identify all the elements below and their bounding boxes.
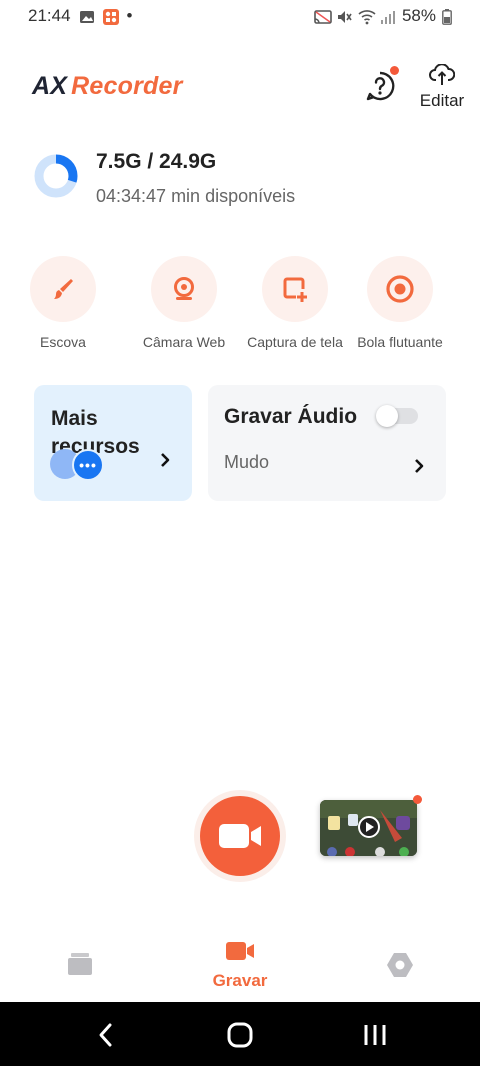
tool-brush-circle: [30, 256, 96, 322]
tool-screenshot[interactable]: Captura de tela: [235, 256, 355, 350]
tool-webcam[interactable]: Câmara Web: [124, 256, 244, 350]
system-navigation-bar: [0, 1002, 480, 1066]
help-badge-dot: [390, 66, 399, 75]
toggle-knob: [376, 405, 398, 427]
recording-preview-image: [320, 800, 417, 856]
tool-label: Bola flutuante: [357, 334, 443, 350]
status-time: 21:44: [28, 6, 71, 25]
tool-floating-ball[interactable]: Bola flutuante: [340, 256, 460, 350]
storage-used: 7.5G / 24.9G: [96, 150, 217, 173]
record-button[interactable]: [200, 796, 280, 876]
logo-recorder: Recorder: [71, 72, 183, 100]
tool-floating-ball-circle: [367, 256, 433, 322]
cloud-upload-icon: [429, 63, 456, 85]
nav-files[interactable]: [20, 952, 140, 981]
files-icon: [68, 953, 92, 975]
video-camera-nav-icon: [226, 942, 254, 960]
more-dots-icon: •••: [72, 449, 104, 481]
chevron-right-icon[interactable]: [412, 457, 426, 475]
chevron-right-icon: [161, 453, 170, 467]
tool-label: Captura de tela: [247, 334, 343, 350]
help-icon: [366, 71, 395, 101]
mute-icon: [336, 9, 352, 23]
storage-info: 7.5G / 24.9G 04:34:47 min disponíveis: [0, 148, 480, 218]
more-dots: •••: [79, 457, 97, 473]
signal-icon: [380, 9, 396, 24]
help-button[interactable]: [364, 66, 399, 102]
logo-ax: AX: [32, 72, 68, 100]
video-camera-icon: [219, 824, 261, 848]
tools-row: Escova Câmara Web Captura de tela Bola f…: [0, 256, 480, 356]
storage-available: 04:34:47 min disponíveis: [96, 186, 296, 206]
app-logo: AX Recorder: [32, 72, 183, 101]
floating-ball-icon: [386, 275, 414, 303]
app-notification-icon: [102, 9, 119, 25]
system-home-button[interactable]: [225, 1020, 255, 1050]
thumbnail-badge-dot: [413, 795, 422, 804]
edit-label: Editar: [419, 91, 465, 110]
audio-mode-value: Mudo: [224, 452, 270, 472]
webcam-icon: [174, 277, 194, 300]
app-header: AX Recorder Editar: [0, 60, 480, 116]
settings-icon: [387, 953, 413, 977]
record-audio-title: Gravar Áudio: [224, 405, 358, 428]
tool-brush[interactable]: Escova: [3, 256, 123, 350]
system-back-button[interactable]: [92, 1020, 122, 1050]
battery-icon: [442, 9, 458, 25]
nav-record-label: Gravar: [212, 971, 268, 990]
tool-label: Câmara Web: [142, 334, 226, 350]
notification-dot: •: [126, 6, 133, 25]
cast-icon: [314, 9, 332, 24]
status-bar: 21:44 • 58%: [0, 0, 480, 32]
storage-ring: [34, 154, 78, 198]
tool-label: Escova: [40, 334, 86, 350]
edit-button[interactable]: Editar: [416, 63, 468, 111]
back-icon: [99, 1023, 112, 1047]
bottom-navigation: Gravar: [0, 930, 480, 1002]
tool-screenshot-circle: [262, 256, 328, 322]
recent-recording-thumbnail[interactable]: [320, 800, 417, 856]
record-audio-toggle[interactable]: [376, 405, 420, 427]
more-features-card[interactable]: Mais recursos •••: [34, 385, 192, 501]
nav-settings[interactable]: [340, 952, 460, 983]
nav-record[interactable]: Gravar: [180, 940, 300, 991]
battery-percent: 58%: [401, 6, 436, 25]
recents-icon: [364, 1025, 386, 1045]
gallery-notification-icon: [79, 9, 95, 23]
wifi-icon: [358, 9, 376, 25]
screenshot-icon: [283, 277, 307, 302]
home-icon: [227, 1022, 253, 1048]
tool-webcam-circle: [151, 256, 217, 322]
brush-icon: [54, 279, 73, 299]
system-recents-button[interactable]: [360, 1020, 390, 1050]
record-audio-card[interactable]: Gravar Áudio Mudo: [208, 385, 446, 501]
